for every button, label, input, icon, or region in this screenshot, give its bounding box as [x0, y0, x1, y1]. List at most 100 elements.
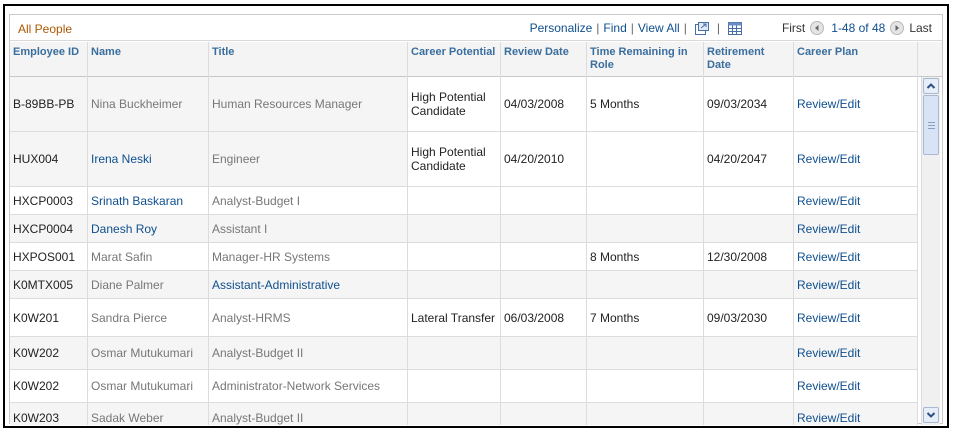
- grid-titlebar: All People Personalize | Find | View All…: [10, 15, 942, 41]
- scrollbar-thumb[interactable]: [923, 95, 939, 155]
- table-row: K0W201 Sandra Pierce Analyst-HRMS Latera…: [10, 299, 918, 337]
- chevron-down-icon[interactable]: [923, 407, 939, 423]
- page-range: 1-48 of 48: [831, 21, 886, 35]
- title-cell: Assistant I: [209, 215, 408, 242]
- table-row: HXCP0003 Srinath Baskaran Analyst-Budget…: [10, 187, 918, 215]
- employee-id-cell: K0W201: [10, 299, 88, 336]
- personalize-link[interactable]: Personalize: [530, 21, 593, 35]
- retirement-date-cell: [704, 215, 794, 242]
- review-edit-link[interactable]: Review/Edit: [794, 215, 918, 242]
- employee-id-cell: HXPOS001: [10, 243, 88, 270]
- career-potential-cell: Lateral Transfer: [408, 299, 501, 336]
- col-title[interactable]: Title: [209, 42, 408, 77]
- col-career-potential[interactable]: Career Potential: [408, 42, 501, 77]
- chevron-up-icon[interactable]: [923, 78, 939, 94]
- retirement-date-cell: 12/30/2008: [704, 243, 794, 270]
- window-frame: All People Personalize | Find | View All…: [3, 4, 949, 428]
- career-potential-cell: [408, 370, 501, 402]
- title-cell: Human Resources Manager: [209, 77, 408, 131]
- time-remaining-cell: 7 Months: [587, 299, 704, 336]
- title-cell: Analyst-HRMS: [209, 299, 408, 336]
- nav-separator: |: [683, 21, 687, 35]
- time-remaining-cell: [587, 337, 704, 369]
- time-remaining-cell: 5 Months: [587, 77, 704, 131]
- table-row: K0W203 Sadak Weber Analyst-Budget II Rev…: [10, 403, 918, 425]
- table-row: K0W202 Osmar Mutukumari Administrator-Ne…: [10, 370, 918, 403]
- career-potential-cell: [408, 271, 501, 298]
- name-link[interactable]: Danesh Roy: [88, 215, 209, 242]
- review-date-cell: 06/03/2008: [501, 299, 587, 336]
- review-edit-link[interactable]: Review/Edit: [794, 77, 918, 131]
- review-date-cell: [501, 243, 587, 270]
- col-time-remaining[interactable]: Time Remaining in Role: [587, 42, 704, 77]
- retirement-date-cell: [704, 337, 794, 369]
- employee-id-cell: K0W203: [10, 403, 88, 425]
- review-edit-link[interactable]: Review/Edit: [794, 370, 918, 402]
- career-potential-cell: [408, 403, 501, 425]
- name-cell: Sandra Pierce: [88, 299, 209, 336]
- retirement-date-cell: [704, 187, 794, 214]
- find-link[interactable]: Find: [603, 21, 626, 35]
- nav-separator: |: [716, 21, 720, 35]
- career-potential-cell: High Potential Candidate: [408, 132, 501, 186]
- career-potential-cell: High Potential Candidate: [408, 77, 501, 131]
- review-date-cell: [501, 403, 587, 425]
- new-window-icon[interactable]: [694, 21, 709, 35]
- time-remaining-cell: [587, 271, 704, 298]
- career-potential-cell: [408, 243, 501, 270]
- table-row: HUX004 Irena Neski Engineer High Potenti…: [10, 132, 918, 187]
- title-cell: Analyst-Budget II: [209, 403, 408, 425]
- table-body: B-89BB-PB Nina Buckheimer Human Resource…: [10, 77, 918, 425]
- grid-title: All People: [18, 22, 73, 36]
- time-remaining-cell: 8 Months: [587, 243, 704, 270]
- spreadsheet-icon[interactable]: [727, 21, 742, 35]
- col-review-date[interactable]: Review Date: [501, 42, 587, 77]
- last-label: Last: [909, 21, 932, 35]
- col-retirement-date[interactable]: Retirement Date: [704, 42, 794, 77]
- col-employee-id[interactable]: Employee ID: [10, 42, 88, 77]
- table-row: HXCP0004 Danesh Roy Assistant I Review/E…: [10, 215, 918, 243]
- employee-id-cell: HUX004: [10, 132, 88, 186]
- title-cell: Analyst-Budget I: [209, 187, 408, 214]
- review-edit-link[interactable]: Review/Edit: [794, 187, 918, 214]
- arrow-left-icon[interactable]: [810, 21, 825, 35]
- name-cell: Osmar Mutukumari: [88, 337, 209, 369]
- name-cell: Marat Safin: [88, 243, 209, 270]
- name-cell: Osmar Mutukumari: [88, 370, 209, 402]
- title-cell: Administrator-Network Services: [209, 370, 408, 402]
- name-cell: Sadak Weber: [88, 403, 209, 425]
- retirement-date-cell: [704, 271, 794, 298]
- table-row: K0W202 Osmar Mutukumari Analyst-Budget I…: [10, 337, 918, 370]
- employee-id-cell: HXCP0003: [10, 187, 88, 214]
- review-date-cell: [501, 370, 587, 402]
- nav-separator: |: [596, 21, 600, 35]
- retirement-date-cell: 09/03/2034: [704, 77, 794, 131]
- retirement-date-cell: 04/20/2047: [704, 132, 794, 186]
- employee-id-cell: HXCP0004: [10, 215, 88, 242]
- retirement-date-cell: 09/03/2030: [704, 299, 794, 336]
- review-edit-link[interactable]: Review/Edit: [794, 271, 918, 298]
- review-date-cell: [501, 187, 587, 214]
- view-all-link[interactable]: View All: [638, 21, 680, 35]
- arrow-right-icon[interactable]: [890, 21, 905, 35]
- employee-id-cell: B-89BB-PB: [10, 77, 88, 131]
- review-edit-link[interactable]: Review/Edit: [794, 299, 918, 336]
- col-name[interactable]: Name: [88, 42, 209, 77]
- review-edit-link[interactable]: Review/Edit: [794, 403, 918, 425]
- title-cell: Engineer: [209, 132, 408, 186]
- title-link[interactable]: Assistant-Administrative: [209, 271, 408, 298]
- table-row: K0MTX005 Diane Palmer Assistant-Administ…: [10, 271, 918, 299]
- employee-id-cell: K0W202: [10, 337, 88, 369]
- time-remaining-cell: [587, 132, 704, 186]
- review-edit-link[interactable]: Review/Edit: [794, 243, 918, 270]
- col-career-plan[interactable]: Career Plan: [794, 42, 918, 77]
- review-date-cell: 04/20/2010: [501, 132, 587, 186]
- table-row: HXPOS001 Marat Safin Manager-HR Systems …: [10, 243, 918, 271]
- vertical-scrollbar[interactable]: [921, 77, 940, 425]
- name-link[interactable]: Irena Neski: [88, 132, 209, 186]
- time-remaining-cell: [587, 403, 704, 425]
- name-cell: Diane Palmer: [88, 271, 209, 298]
- name-link[interactable]: Srinath Baskaran: [88, 187, 209, 214]
- review-edit-link[interactable]: Review/Edit: [794, 337, 918, 369]
- review-edit-link[interactable]: Review/Edit: [794, 132, 918, 186]
